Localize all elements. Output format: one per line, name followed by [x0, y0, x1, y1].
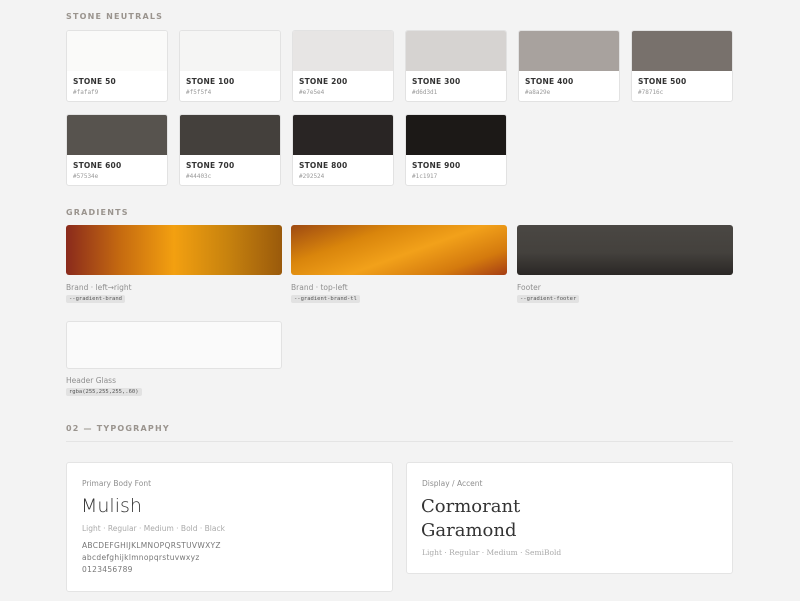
- stone-swatch-card: STONE 800 #292524: [292, 114, 394, 186]
- gradient-footer-label: Footer: [517, 283, 541, 292]
- stone-swatch-name: STONE 800: [299, 161, 348, 170]
- stone-color-chip: [293, 115, 393, 155]
- stone-swatch-card: STONE 300 #d6d3d1: [405, 30, 507, 102]
- stone-swatch-name: STONE 900: [412, 161, 461, 170]
- display-font-card: Display / Accent Cormorant Garamond Ligh…: [406, 462, 733, 574]
- stone-swatch-name: STONE 300: [412, 77, 461, 86]
- stone-swatch-hex: #d6d3d1: [412, 89, 438, 96]
- stone-swatch-hex: #44403c: [186, 173, 212, 180]
- stone-swatch-name: STONE 600: [73, 161, 122, 170]
- stone-swatch-name: STONE 500: [638, 77, 687, 86]
- stone-color-chip: [67, 31, 167, 71]
- header-glass-label: Header Glass: [66, 376, 116, 385]
- section-divider: [66, 441, 733, 442]
- gradient-brand-tl-label: Brand · top-left: [291, 283, 348, 292]
- stone-swatch-name: STONE 400: [525, 77, 574, 86]
- stone-swatch-hex: #57534e: [73, 173, 99, 180]
- stone-swatch-name: STONE 700: [186, 161, 235, 170]
- stone-swatch-hex: #e7e5e4: [299, 89, 325, 96]
- primary-font-lowercase: abcdefghijklmnopqrstuvwxyz: [82, 553, 200, 562]
- stone-swatch-hex: #fafaf9: [73, 89, 99, 96]
- display-font-name-line1: Cormorant: [421, 496, 521, 517]
- stone-color-chip: [293, 31, 393, 71]
- primary-font-caption: Primary Body Font: [82, 479, 152, 488]
- stone-swatch-name: STONE 50: [73, 77, 116, 86]
- stone-color-chip: [180, 115, 280, 155]
- primary-font-weights: Light · Regular · Medium · Bold · Black: [82, 524, 225, 533]
- display-font-weights: Light · Regular · Medium · SemiBold: [422, 548, 562, 557]
- gradient-brand-swatch: [66, 225, 282, 275]
- stone-swatch-hex: #292524: [299, 173, 325, 180]
- display-font-name-line2: Garamond: [421, 520, 517, 541]
- gradients-heading: GRADIENTS: [66, 208, 129, 217]
- stone-color-chip: [67, 115, 167, 155]
- stone-swatch-card: STONE 400 #a8a29e: [518, 30, 620, 102]
- header-glass-token: rgba(255,255,255,.60): [66, 388, 142, 396]
- header-glass-swatch: [66, 321, 282, 369]
- stone-swatch-card: STONE 50 #fafaf9: [66, 30, 168, 102]
- stone-color-chip: [180, 31, 280, 71]
- gradient-brand-tl-swatch: [291, 225, 507, 275]
- stone-swatch-hex: #78716c: [638, 89, 664, 96]
- stone-color-chip: [406, 115, 506, 155]
- stone-color-chip: [519, 31, 619, 71]
- stone-swatch-card: STONE 900 #1c1917: [405, 114, 507, 186]
- stone-neutrals-heading: STONE NEUTRALS: [66, 12, 164, 21]
- stone-swatch-card: STONE 700 #44403c: [179, 114, 281, 186]
- primary-font-name: Mulish: [81, 495, 142, 517]
- stone-swatch-hex: #1c1917: [412, 173, 438, 180]
- primary-font-card: Primary Body Font Mulish Light · Regular…: [66, 462, 393, 592]
- stone-swatch-card: STONE 100 #f5f5f4: [179, 30, 281, 102]
- primary-font-digits: 0123456789: [82, 565, 133, 574]
- stone-swatch-name: STONE 200: [299, 77, 348, 86]
- gradient-brand-label: Brand · left→right: [66, 283, 132, 292]
- stone-swatch-name: STONE 100: [186, 77, 235, 86]
- stone-swatch-card: STONE 200 #e7e5e4: [292, 30, 394, 102]
- stone-color-chip: [406, 31, 506, 71]
- stone-swatch-card: STONE 500 #78716c: [631, 30, 733, 102]
- gradient-footer-swatch: [517, 225, 733, 275]
- stone-swatch-card: STONE 600 #57534e: [66, 114, 168, 186]
- gradient-footer-token: --gradient-footer: [517, 295, 580, 303]
- typography-heading: 02 — TYPOGRAPHY: [66, 424, 170, 433]
- stone-swatch-hex: #f5f5f4: [186, 89, 212, 96]
- stone-swatch-hex: #a8a29e: [525, 89, 551, 96]
- stone-color-chip: [632, 31, 732, 71]
- gradient-brand-tl-token: --gradient-brand-tl: [291, 295, 360, 303]
- gradient-brand-token: --gradient-brand: [66, 295, 125, 303]
- primary-font-uppercase: ABCDEFGHIJKLMNOPQRSTUVWXYZ: [82, 541, 221, 550]
- display-font-caption: Display / Accent: [422, 479, 483, 488]
